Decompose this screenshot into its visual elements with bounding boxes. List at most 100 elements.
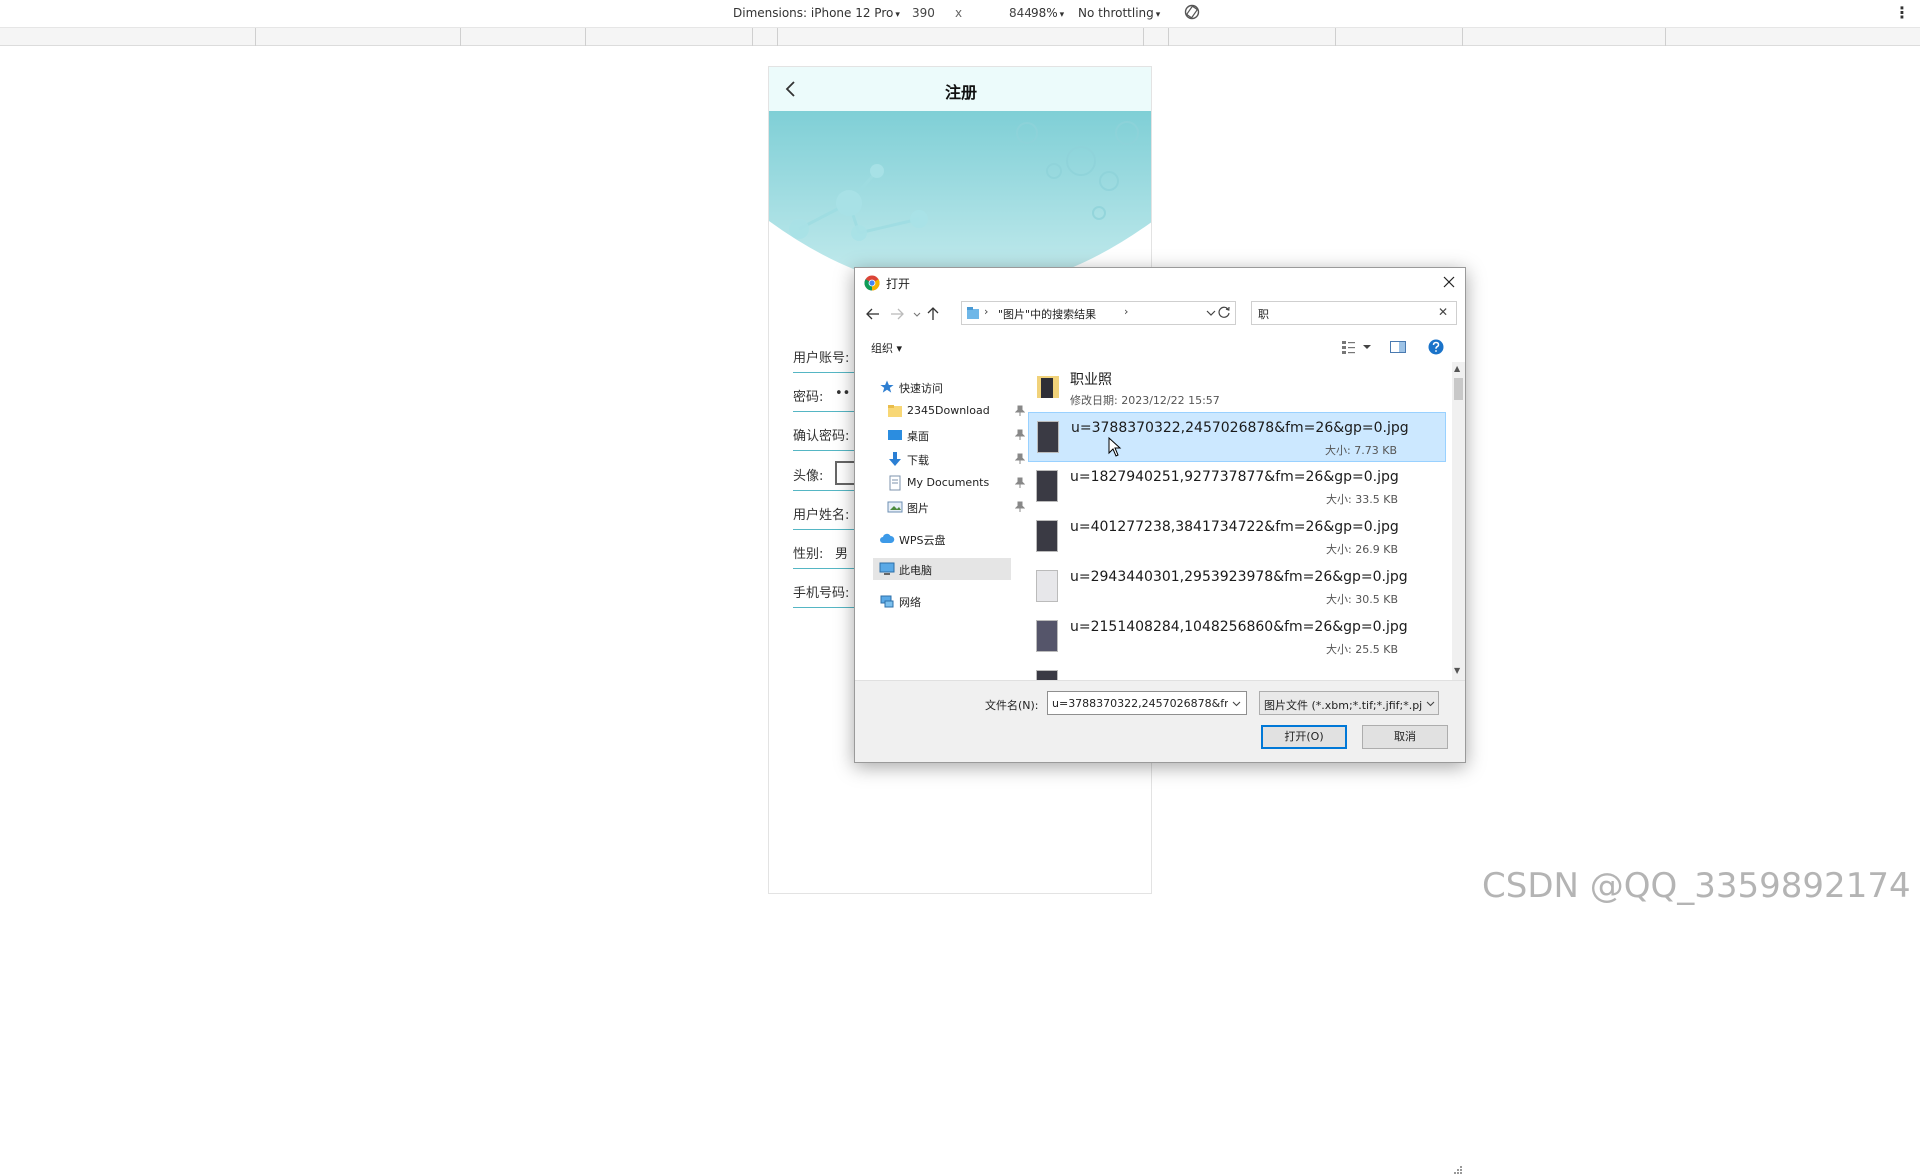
file-item-selected[interactable]: u=3788370322,2457026878&fm=26&gp=0.jpg 大… — [1028, 412, 1446, 462]
tree-item-downloads[interactable]: 下载 — [887, 448, 1037, 470]
open-button[interactable]: 打开(O) — [1261, 725, 1347, 749]
tree-item-desktop[interactable]: 桌面 — [887, 424, 1037, 446]
pin-icon — [1015, 477, 1025, 488]
file-item[interactable]: u=1827940251,927737877&fm=26&gp=0.jpg 大小… — [1028, 462, 1446, 512]
password-label: 密码: — [793, 390, 824, 405]
image-thumbnail — [1037, 421, 1059, 453]
close-icon[interactable] — [1441, 274, 1457, 290]
search-input[interactable]: 职 ✕ — [1251, 301, 1457, 325]
file-size: 大小: 25.5 KB — [1326, 643, 1398, 656]
address-bar[interactable]: › "图片"中的搜索结果 › — [961, 301, 1236, 325]
file-item[interactable]: u=2151408284,1048256860&fm=26&gp=0.jpg 大… — [1028, 612, 1446, 662]
file-size: 大小: 33.5 KB — [1326, 493, 1398, 506]
document-icon — [889, 475, 901, 491]
scroll-up-icon[interactable]: ▲ — [1454, 364, 1460, 373]
tree-item-2345download[interactable]: 2345Download — [887, 400, 1037, 422]
scrollbar-thumb[interactable] — [1454, 378, 1463, 400]
tree-item-pictures[interactable]: 图片 — [887, 496, 1037, 518]
rotate-icon[interactable] — [1183, 3, 1201, 21]
device-width-input[interactable]: 390 — [912, 6, 935, 20]
desktop-icon — [888, 430, 902, 440]
image-thumbnail — [1036, 570, 1058, 602]
organize-menu-button[interactable]: 组织 ▾ — [871, 340, 902, 356]
file-list-scrollbar[interactable]: ▲ ▼ — [1452, 362, 1465, 680]
csdn-watermark: CSDN @QQ_3359892174 — [1482, 866, 1911, 906]
zoom-select[interactable]: 98% ▾ — [1031, 6, 1064, 20]
file-list: 职业照 修改日期: 2023/12/22 15:57 u=3788370322,… — [1028, 362, 1452, 680]
tree-item-my-documents[interactable]: My Documents — [887, 472, 1037, 494]
tree-label: 此电脑 — [899, 564, 932, 577]
cancel-button[interactable]: 取消 — [1362, 725, 1448, 749]
pin-icon — [1015, 429, 1025, 440]
tree-item-network[interactable]: 网络 — [879, 590, 1029, 612]
folder-name: 职业照 — [1070, 372, 1112, 388]
image-thumbnail — [1036, 670, 1058, 680]
dialog-title: 打开 — [886, 277, 911, 291]
device-dimensions-select[interactable]: Dimensions: iPhone 12 Pro ▾ — [733, 6, 900, 20]
tree-item-quick-access[interactable]: 快速访问 — [879, 376, 1029, 398]
file-item-partial[interactable] — [1028, 662, 1446, 680]
folder-item[interactable]: 职业照 修改日期: 2023/12/22 15:57 — [1028, 362, 1446, 412]
chevron-down-icon: ▾ — [1155, 10, 1161, 20]
tree-label: 图片 — [907, 502, 929, 515]
pin-icon — [1015, 453, 1025, 464]
image-thumbnail — [1036, 520, 1058, 552]
up-arrow-icon[interactable] — [925, 306, 941, 322]
star-icon — [880, 380, 894, 393]
breadcrumb-search-results[interactable]: "图片"中的搜索结果 — [998, 306, 1096, 322]
dialog-footer: 文件名(N): u=3788370322,2457026878&fm=26&gp… — [855, 680, 1465, 1174]
tree-label: 网络 — [899, 596, 921, 609]
chevron-down-icon: ▾ — [895, 10, 900, 20]
open-file-dialog: 打开 › "图片"中的搜索结果 › 职 ✕ 组织 ▾ 快速访问 2345Down… — [854, 267, 1466, 1174]
computer-icon — [879, 562, 895, 575]
throttling-select[interactable]: No throttling ▾ — [1078, 6, 1160, 20]
device-height-input[interactable]: 844 — [1009, 6, 1032, 20]
resize-grip-icon[interactable] — [1451, 1163, 1463, 1175]
folder-modified-date: 修改日期: 2023/12/22 15:57 — [1070, 394, 1220, 407]
tree-label: My Documents — [907, 476, 990, 489]
help-icon[interactable] — [1427, 339, 1445, 355]
folder-icon — [1037, 376, 1059, 398]
tree-label: WPS云盘 — [899, 534, 946, 547]
recent-locations-chevron-icon[interactable] — [909, 306, 925, 322]
file-item[interactable]: u=401277238,3841734722&fm=26&gp=0.jpg 大小… — [1028, 512, 1446, 562]
breadcrumb-separator: › — [984, 305, 989, 318]
pin-icon — [1015, 501, 1025, 512]
nav-bar: 注册 — [769, 67, 1151, 111]
view-dropdown-chevron-icon[interactable] — [1361, 339, 1373, 355]
pin-icon — [1015, 405, 1025, 416]
chevron-down-icon[interactable] — [1231, 698, 1242, 709]
file-item[interactable]: u=2943440301,2953923978&fm=26&gp=0.jpg 大… — [1028, 562, 1446, 612]
tree-item-wps-cloud[interactable]: WPS云盘 — [879, 528, 1029, 550]
tree-label: 下载 — [907, 454, 929, 467]
cloud-icon — [880, 533, 895, 543]
back-arrow-icon[interactable] — [865, 306, 881, 322]
forward-arrow-icon[interactable] — [889, 306, 905, 322]
file-size: 大小: 7.73 KB — [1325, 444, 1397, 457]
filename-label: 文件名(N): — [985, 699, 1039, 712]
real-name-label: 用户姓名: — [793, 508, 850, 523]
file-name: u=1827940251,927737877&fm=26&gp=0.jpg — [1070, 469, 1399, 485]
file-name: u=2151408284,1048256860&fm=26&gp=0.jpg — [1070, 619, 1408, 635]
device-dimensions-label: Dimensions: iPhone 12 Pro — [733, 6, 894, 20]
chrome-icon — [864, 275, 880, 291]
refresh-icon[interactable] — [1216, 304, 1232, 320]
search-value: 职 — [1258, 308, 1269, 321]
search-results-folder-icon — [967, 307, 979, 319]
preview-pane-icon[interactable] — [1389, 339, 1407, 355]
folder-icon — [888, 405, 902, 417]
view-options-icon[interactable] — [1341, 339, 1359, 355]
filename-input[interactable]: u=3788370322,2457026878&fm=26&gp=0.jpg — [1047, 691, 1247, 715]
tree-item-this-pc[interactable]: 此电脑 — [873, 558, 1011, 580]
scroll-down-icon[interactable]: ▼ — [1454, 666, 1460, 675]
tree-label: 桌面 — [907, 430, 929, 443]
gender-value: 男 — [835, 547, 849, 562]
chevron-down-icon: ▾ — [1059, 10, 1065, 20]
clear-search-icon[interactable]: ✕ — [1438, 305, 1448, 319]
file-type-select[interactable]: 图片文件 (*.xbm;*.tif;*.jfif;*.pjp — [1259, 691, 1439, 715]
chevron-down-icon — [1426, 701, 1435, 707]
more-options-icon[interactable]: ⋮ — [1894, 3, 1910, 22]
file-size: 大小: 30.5 KB — [1326, 593, 1398, 606]
molecule-banner-image — [769, 111, 1151, 281]
file-type-value: 图片文件 (*.xbm;*.tif;*.jfif;*.pjp — [1264, 699, 1422, 712]
